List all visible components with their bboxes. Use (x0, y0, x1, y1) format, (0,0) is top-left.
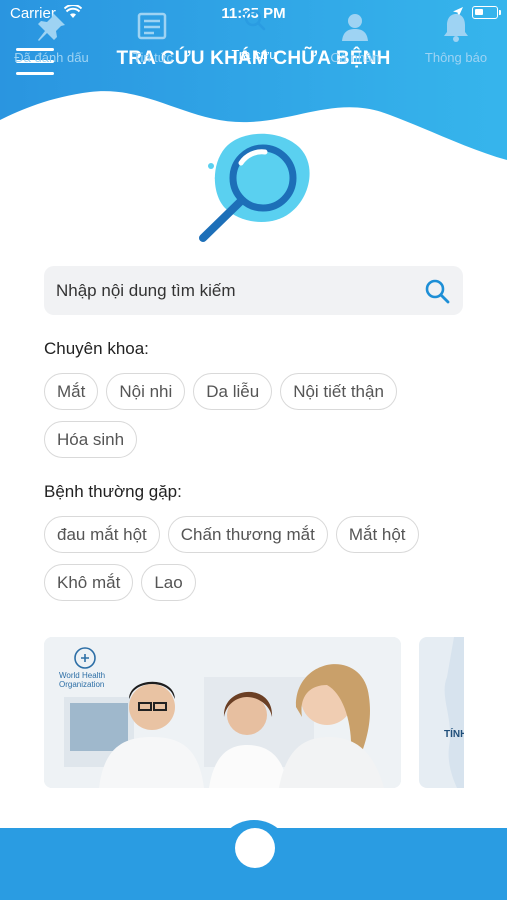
diseases-chip-list: đau mắt hột Chấn thương mắt Mắt hột Khô … (44, 516, 474, 601)
common-diseases-label: Bệnh thường gặp: (44, 482, 182, 501)
specialties-chip-list: Mắt Nội nhi Da liễu Nội tiết thận Hóa si… (44, 373, 474, 458)
chip-disease[interactable]: đau mắt hột (44, 516, 160, 553)
banner-second-text: TÍNH (444, 729, 464, 740)
tab-bookmarked[interactable]: Đã đánh dấu (0, 0, 103, 72)
tab-label: Thông báo (424, 50, 488, 65)
person-icon (342, 14, 368, 41)
chip-specialty[interactable]: Hóa sinh (44, 421, 138, 458)
search-box (44, 266, 463, 315)
doctors-photo: World Health Organization (44, 637, 401, 788)
who-logo-text-2: Organization (59, 680, 104, 689)
search-input[interactable] (56, 266, 416, 315)
chip-disease[interactable]: Lao (141, 564, 196, 601)
search-icon[interactable] (424, 278, 450, 304)
search-icon (244, 9, 266, 31)
tab-label: Đã đánh dấu (14, 50, 89, 65)
tab-news[interactable]: Tin tức (103, 0, 203, 72)
tab-label: Tin tức (132, 50, 173, 65)
chip-disease[interactable]: Mắt hột (335, 516, 419, 553)
menu-icon-line (16, 72, 54, 75)
chip-disease[interactable]: Chấn thương mắt (167, 516, 328, 553)
magnifier-illustration-icon (199, 133, 310, 242)
specialties-label: Chuyên khoa: (44, 339, 149, 358)
tab-search[interactable]: Tra cứu (203, 0, 305, 72)
pin-icon (38, 13, 65, 41)
chip-specialty[interactable]: Nội nhi (106, 373, 186, 410)
bell-icon (444, 14, 468, 42)
chip-specialty[interactable]: Mắt (44, 373, 99, 410)
chip-specialty[interactable]: Nội tiết thận (280, 373, 397, 410)
newspaper-icon (137, 12, 167, 40)
chip-specialty[interactable]: Da liễu (193, 373, 273, 410)
tab-profile[interactable]: Cá nhân (305, 0, 405, 72)
tab-label: Tra cứu (231, 47, 277, 62)
banner-second-photo (444, 637, 464, 788)
banner-image-doctors[interactable]: World Health Organization (44, 637, 401, 788)
active-tab-circle (235, 828, 275, 868)
tab-notifications[interactable]: Thông báo (405, 0, 507, 72)
banner-image-second[interactable]: TÍNH (419, 637, 464, 788)
tab-label: Cá nhân (330, 50, 380, 65)
chip-disease[interactable]: Khô mắt (44, 564, 134, 601)
who-logo-text-1: World Health (59, 671, 105, 680)
